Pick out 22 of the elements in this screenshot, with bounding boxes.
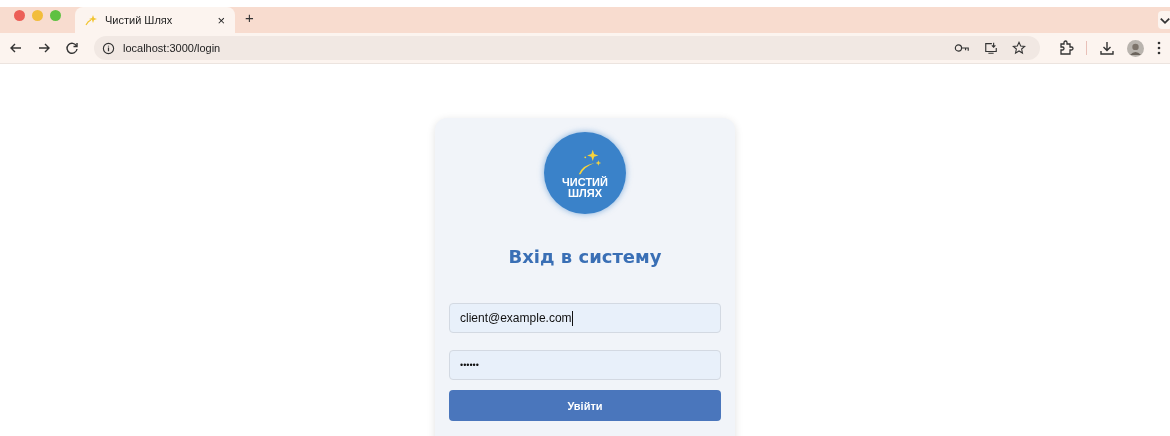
address-bar[interactable]: localhost:3000/login xyxy=(94,36,1040,60)
close-tab-button[interactable]: × xyxy=(217,12,225,28)
menu-icon[interactable] xyxy=(1156,40,1162,56)
info-icon[interactable] xyxy=(102,41,115,55)
password-field[interactable]: •••••• xyxy=(449,350,721,380)
login-button[interactable]: Увійти xyxy=(449,390,721,421)
browser-tab[interactable]: Чистий Шлях × xyxy=(75,7,235,33)
logo-text: ЧИСТИЙ xyxy=(562,176,608,188)
avatar-icon[interactable] xyxy=(1127,39,1144,57)
logo-text: ШЛЯХ xyxy=(568,187,602,199)
chevron-down-icon[interactable] xyxy=(1158,11,1170,29)
star-icon[interactable] xyxy=(1012,41,1026,55)
sparkle-icon xyxy=(85,14,97,26)
key-icon[interactable] xyxy=(954,42,970,54)
puzzle-icon[interactable] xyxy=(1058,40,1074,56)
login-title: Вхід в систему xyxy=(508,246,662,267)
reload-icon[interactable] xyxy=(64,40,80,56)
new-tab-button[interactable]: + xyxy=(235,9,264,31)
download-icon[interactable] xyxy=(1099,40,1115,56)
email-field[interactable]: client@example.com xyxy=(449,303,721,333)
close-window-button[interactable] xyxy=(14,10,25,21)
install-icon[interactable] xyxy=(984,41,998,55)
